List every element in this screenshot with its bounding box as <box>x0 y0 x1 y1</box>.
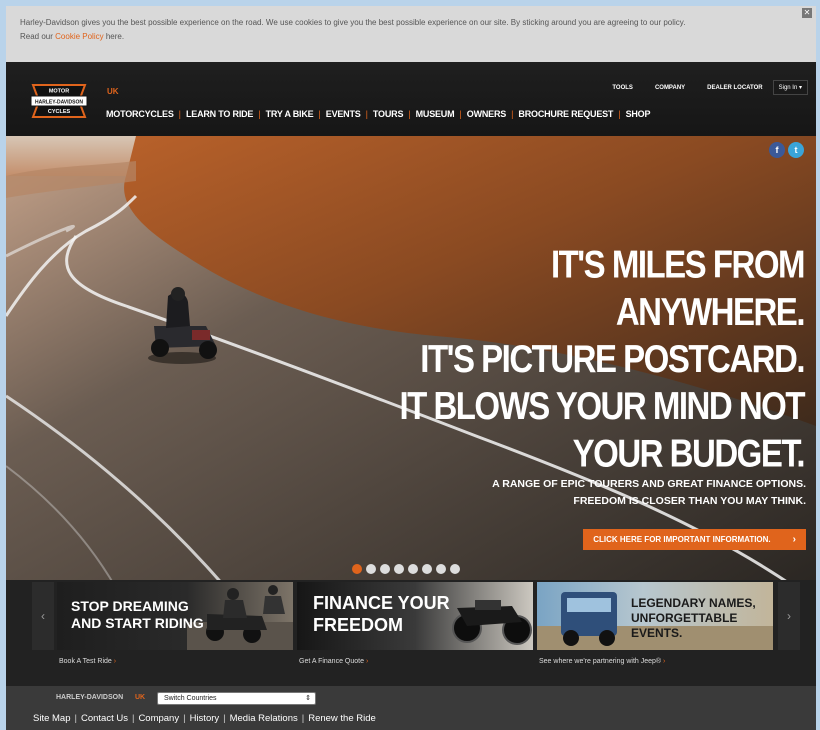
social-links: f t <box>766 142 804 158</box>
footer-link-media-relations[interactable]: Media Relations <box>230 713 298 724</box>
close-icon[interactable]: ✕ <box>802 8 812 18</box>
utility-nav: TOOLS COMPANY DEALER LOCATOR Sign In ▾ <box>590 80 808 95</box>
promo-title: FINANCE YOUR FREEDOM <box>313 593 450 635</box>
facebook-icon[interactable]: f <box>769 142 785 158</box>
hero-banner[interactable]: f t IT'S MILES FROM ANYWHERE. IT'S PICTU… <box>6 136 816 588</box>
util-tools[interactable]: TOOLS <box>612 85 633 91</box>
nav-separator: | <box>318 109 321 119</box>
footer-separator: | <box>183 713 186 724</box>
nav-separator: | <box>408 109 411 119</box>
promo-jeep[interactable]: LEGENDARY NAMES, UNFORGETTABLE EVENTS. <box>537 582 773 650</box>
carousel-prev-button[interactable]: ‹ <box>32 582 54 650</box>
chevron-right-icon: › <box>787 609 791 623</box>
slide-dot[interactable] <box>380 564 390 574</box>
nav-separator: | <box>459 109 462 119</box>
slide-dot[interactable] <box>394 564 404 574</box>
cookie-text-suffix: here. <box>103 32 125 41</box>
chevron-right-icon: › <box>663 658 666 665</box>
promo-title: STOP DREAMING AND START RIDING <box>71 598 204 631</box>
hero-subline: A RANGE OF EPIC TOURERS AND GREAT FINANC… <box>492 478 806 507</box>
sign-in-button[interactable]: Sign In ▾ <box>772 80 808 95</box>
footer-link-company[interactable]: Company <box>138 713 179 724</box>
sign-in-label: Sign In <box>778 85 798 91</box>
promo-link-label: See where we're partnering with Jeep® <box>539 658 662 665</box>
harley-davidson-logo[interactable]: MOTOR HARLEY-DAVIDSON CYCLES <box>29 79 89 123</box>
promo-link-label: Book A Test Ride <box>59 658 112 665</box>
slide-dot[interactable] <box>450 564 460 574</box>
carousel-next-button[interactable]: › <box>778 582 800 650</box>
nav-separator: | <box>258 109 261 119</box>
promo-strip: ‹ › STOP DREAMING AND START RIDING FINAN… <box>6 580 816 686</box>
nav-tours[interactable]: TOURS <box>373 109 404 119</box>
nav-events[interactable]: EVENTS <box>326 109 361 119</box>
important-information-button[interactable]: CLICK HERE FOR IMPORTANT INFORMATION. › <box>583 529 806 550</box>
select-value: Switch Countries <box>164 695 217 702</box>
nav-brochure-request[interactable]: BROCHURE REQUEST <box>518 109 613 119</box>
footer-separator: | <box>131 713 135 724</box>
nav-owners[interactable]: OWNERS <box>467 109 507 119</box>
util-dealer-locator[interactable]: DEALER LOCATOR <box>707 85 762 91</box>
footer-links: Site Map | Contact Us | Company | History | … <box>33 713 376 724</box>
chevron-right-icon: › <box>365 658 369 665</box>
switch-country-select[interactable]: Switch Countries ⇕ <box>157 692 316 705</box>
promo-link-label: Get A Finance Quote <box>299 658 364 665</box>
slide-indicators <box>352 564 464 574</box>
nav-separator: | <box>511 109 514 119</box>
cta-label: CLICK HERE FOR IMPORTANT INFORMATION. <box>593 535 771 544</box>
promo-link-test-ride[interactable]: Book A Test Ride › <box>59 658 116 665</box>
footer-link-contact-us[interactable]: Contact Us <box>81 713 128 724</box>
footer-brand: HARLEY-DAVIDSON <box>56 694 124 701</box>
browser-page: Harley-Davidson gives you the best possi… <box>6 6 816 730</box>
promo-link-finance[interactable]: Get A Finance Quote › <box>299 658 368 665</box>
chevron-left-icon: ‹ <box>41 609 45 623</box>
cookie-text-line2: Read our Cookie Policy here. <box>20 30 798 44</box>
slide-dot[interactable] <box>408 564 418 574</box>
chevron-right-icon: › <box>113 658 117 665</box>
cookie-text: Harley-Davidson gives you the best possi… <box>20 18 686 27</box>
footer-link-history[interactable]: History <box>190 713 220 724</box>
cookie-banner: Harley-Davidson gives you the best possi… <box>6 6 816 62</box>
promo-finance[interactable]: FINANCE YOUR FREEDOM <box>297 582 533 650</box>
footer-separator: | <box>301 713 305 724</box>
footer-separator: | <box>74 713 77 724</box>
promo-test-ride[interactable]: STOP DREAMING AND START RIDING <box>57 582 293 650</box>
nav-shop[interactable]: SHOP <box>626 109 651 119</box>
chevron-down-icon: ▾ <box>798 85 802 91</box>
site-footer: HARLEY-DAVIDSON UK Switch Countries ⇕ Si… <box>6 686 816 730</box>
twitter-icon[interactable]: t <box>788 142 804 158</box>
slide-dot[interactable] <box>352 564 362 574</box>
logo-text-top: MOTOR <box>49 89 69 95</box>
util-company[interactable]: COMPANY <box>655 85 685 91</box>
hero-headline: IT'S MILES FROM ANYWHERE. IT'S PICTURE P… <box>399 242 805 475</box>
chevron-right-icon: › <box>792 534 796 545</box>
nav-museum[interactable]: MUSEUM <box>416 109 455 119</box>
cookie-policy-link[interactable]: Cookie Policy <box>55 32 103 41</box>
main-nav: MOTORCYCLES | LEARN TO RIDE | TRY A BIKE | … <box>106 109 650 119</box>
nav-motorcycles[interactable]: MOTORCYCLES <box>106 109 174 119</box>
footer-region: UK <box>135 694 146 701</box>
region-label[interactable]: UK <box>107 87 119 96</box>
nav-separator: | <box>618 109 621 119</box>
nav-learn-to-ride[interactable]: LEARN TO RIDE <box>186 109 253 119</box>
promo-title: LEGENDARY NAMES, UNFORGETTABLE EVENTS. <box>631 596 756 640</box>
logo-text-middle: HARLEY-DAVIDSON <box>35 100 83 106</box>
footer-link-renew-the-ride[interactable]: Renew the Ride <box>308 713 376 724</box>
logo-text-bottom: CYCLES <box>48 109 71 115</box>
slide-dot[interactable] <box>436 564 446 574</box>
site-header: MOTOR HARLEY-DAVIDSON CYCLES UK MOTORCYC… <box>6 62 816 136</box>
nav-try-a-bike[interactable]: TRY A BIKE <box>266 109 314 119</box>
footer-separator: | <box>223 713 226 724</box>
nav-separator: | <box>365 109 368 119</box>
promo-link-jeep[interactable]: See where we're partnering with Jeep® › <box>539 658 665 665</box>
footer-link-site-map[interactable]: Site Map <box>33 713 71 724</box>
nav-separator: | <box>178 109 181 119</box>
slide-dot[interactable] <box>366 564 376 574</box>
cookie-text-prefix: Read our <box>20 32 56 41</box>
slide-dot[interactable] <box>422 564 432 574</box>
select-caret-icon: ⇕ <box>305 695 311 702</box>
